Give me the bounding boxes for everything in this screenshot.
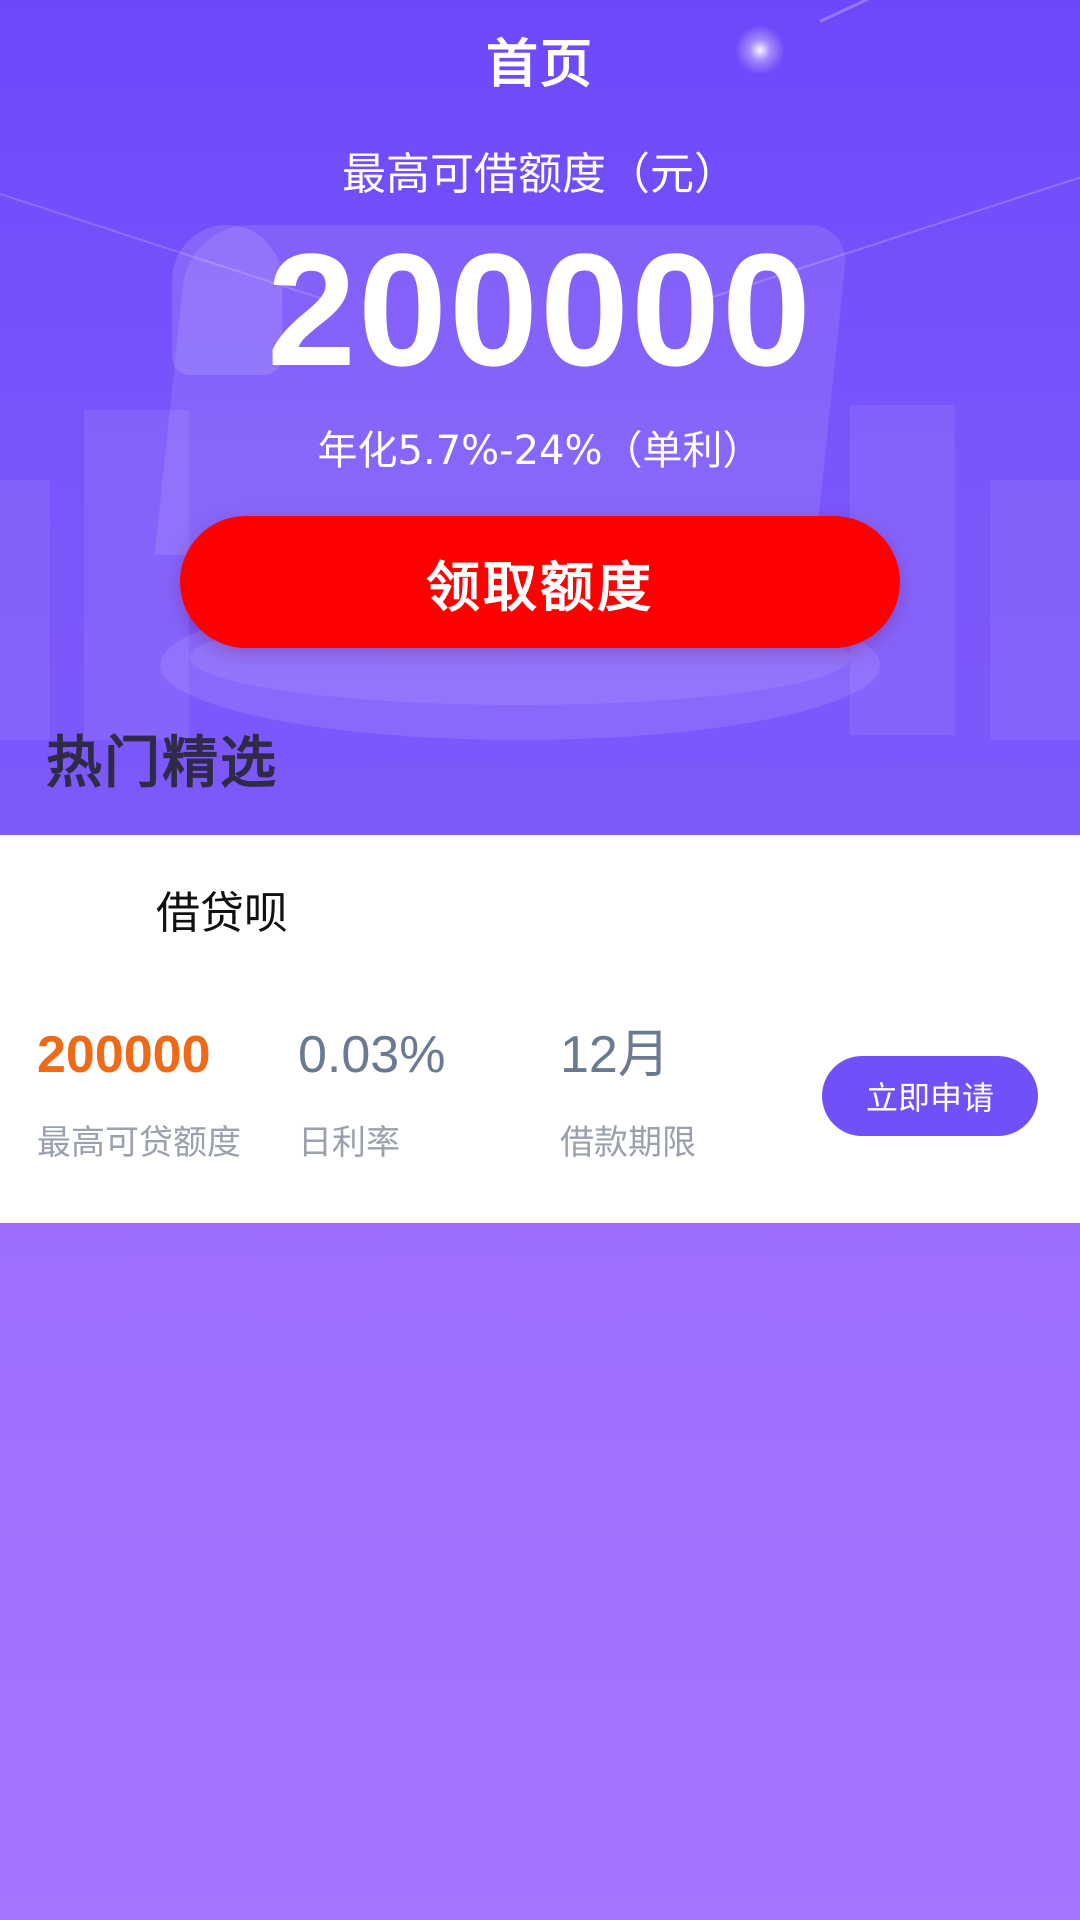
stat-label: 借款期限 [560, 1123, 696, 1163]
section-title-hot-picks: 热门精选 [46, 731, 278, 796]
stat-label: 最高可贷额度 [37, 1123, 241, 1163]
hero-banner: 首页 最高可借额度（元） 200000 年化5.7%-24%（单利） 领取额度 … [0, 0, 1080, 835]
max-limit-label: 最高可借额度（元） [342, 149, 738, 200]
stat-loan-term: 12月 借款期限 [560, 1025, 696, 1164]
product-card[interactable]: 借贷呗 200000 最高可贷额度 0.03% 日利率 12月 借款期限 立即申… [0, 835, 1080, 1223]
product-name: 借贷呗 [156, 888, 288, 939]
building-illustration [0, 480, 50, 740]
stat-daily-rate: 0.03% 日利率 [298, 1025, 445, 1164]
claim-limit-button[interactable]: 领取额度 [180, 516, 900, 648]
annual-rate-text: 年化5.7%-24%（单利） [317, 428, 763, 474]
stat-label: 日利率 [298, 1123, 400, 1163]
stat-value: 0.03% [298, 1026, 446, 1084]
light-ray [819, 0, 1080, 23]
stat-value: 200000 [37, 1026, 211, 1084]
apply-now-button[interactable]: 立即申请 [822, 1056, 1038, 1136]
page-title: 首页 [485, 35, 594, 95]
max-limit-amount: 200000 [267, 220, 813, 399]
stat-value: 12月 [560, 1026, 670, 1084]
building-illustration [990, 480, 1080, 740]
stat-max-loan-amount: 200000 最高可贷额度 [37, 1025, 241, 1164]
